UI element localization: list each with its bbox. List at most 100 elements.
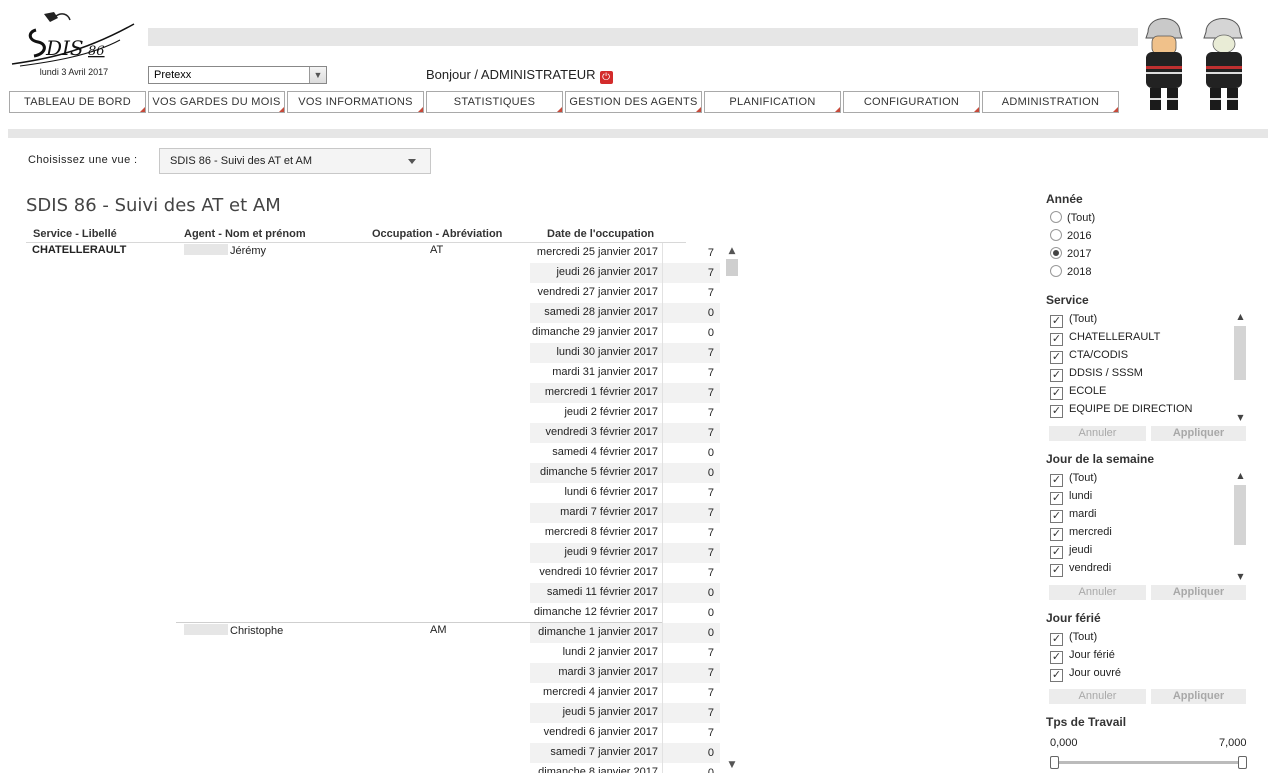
filter-service-option[interactable]: ✓ EQUIPE DE DIRECTION [1050,402,1192,418]
date-cell: mercredi 25 janvier 2017 [536,246,658,258]
slider-max-handle[interactable] [1238,756,1247,769]
column-header-occupation[interactable]: Occupation - Abréviation [372,228,502,240]
value-cell: 0 [662,603,720,623]
filter-jour-semaine-option[interactable]: ✓ vendredi [1050,561,1111,577]
checkbox-checked-icon[interactable]: ✓ [1050,492,1063,505]
date-cell: mercredi 1 février 2017 [530,383,663,403]
header-band [148,28,1138,46]
sdis-logo: DIS 86 [11,12,135,67]
filter-jour-semaine-option[interactable]: ✓ mercredi [1050,525,1112,541]
option-label: vendredi [1069,562,1112,574]
jour-semaine-apply-button[interactable]: Appliquer [1151,585,1246,600]
column-header-agent[interactable]: Agent - Nom et prénom [184,228,306,240]
value-cell: 7 [662,503,720,523]
option-label: CTA/CODIS [1069,349,1129,361]
date-cell: vendredi 27 janvier 2017 [537,286,658,298]
checkbox-checked-icon[interactable]: ✓ [1050,546,1063,559]
date-cell: jeudi 9 février 2017 [530,543,663,563]
filter-service-option[interactable]: ✓ CHATELLERAULT [1050,330,1160,346]
checkbox-checked-icon[interactable]: ✓ [1050,405,1063,418]
date-cell: samedi 4 février 2017 [552,446,658,458]
checkbox-checked-icon[interactable]: ✓ [1050,387,1063,400]
option-label: 2016 [1067,230,1092,242]
checkbox-checked-icon[interactable]: ✓ [1050,528,1063,541]
view-label: Choisissez une vue : [28,154,138,166]
radio-icon[interactable] [1050,265,1062,277]
tab-tableau-de-bord[interactable]: TABLEAU DE BORD [9,91,146,113]
checkbox-checked-icon[interactable]: ✓ [1050,333,1063,346]
service-apply-button[interactable]: Appliquer [1151,426,1246,441]
tab-configuration[interactable]: CONFIGURATION [843,91,980,113]
filter-jour-semaine-option[interactable]: ✓ jeudi [1050,543,1092,559]
site-select[interactable]: Pretexx ▼ [148,66,327,84]
radio-selected-icon[interactable] [1050,247,1062,259]
service-cancel-button[interactable]: Annuler [1049,426,1146,441]
tab-gestion-des-agents[interactable]: GESTION DES AGENTS [565,91,702,113]
scroll-thumb[interactable] [1234,485,1246,545]
checkbox-checked-icon[interactable]: ✓ [1050,564,1063,577]
radio-icon[interactable] [1050,211,1062,223]
checkbox-checked-icon[interactable]: ✓ [1050,510,1063,523]
jour-ferie-cancel-button[interactable]: Annuler [1049,689,1146,704]
tab-vos-gardes-du-mois[interactable]: VOS GARDES DU MOIS [148,91,285,113]
checkbox-checked-icon[interactable]: ✓ [1050,651,1063,664]
column-header-service[interactable]: Service - Libellé [33,228,117,240]
filter-jour-ferie-option[interactable]: ✓ Jour ouvré [1050,666,1121,682]
scroll-thumb[interactable] [726,259,738,276]
scroll-down-icon[interactable]: ▼ [1234,572,1247,581]
scroll-thumb[interactable] [1234,326,1246,380]
value-cell: 0 [662,323,720,343]
checkbox-checked-icon[interactable]: ✓ [1050,369,1063,382]
slider-min-value: 0,000 [1050,737,1078,749]
filter-service-option[interactable]: ✓ CTA/CODIS [1050,348,1128,364]
checkbox-checked-icon[interactable]: ✓ [1050,351,1063,364]
filter-jour-ferie-option[interactable]: ✓ Jour férié [1050,648,1115,664]
tab-statistiques[interactable]: STATISTIQUES [426,91,563,113]
value-cell: 7 [662,563,720,583]
date-cell: jeudi 26 janvier 2017 [530,263,663,283]
agent-cell: Christophe [184,624,283,637]
scroll-up-icon[interactable]: ▲ [1234,312,1247,321]
radio-icon[interactable] [1050,229,1062,241]
filter-annee-option[interactable]: 2016 [1050,229,1091,245]
option-label: EQUIPE DE DIRECTION [1069,403,1193,415]
jour-semaine-cancel-button[interactable]: Annuler [1049,585,1146,600]
filter-service-option[interactable]: ✓ ECOLE [1050,384,1106,400]
filter-service-option[interactable]: ✓ DDSIS / SSSM [1050,366,1143,382]
scroll-up-icon[interactable]: ▲ [725,245,739,257]
date-cell: dimanche 5 février 2017 [530,463,663,483]
checkbox-checked-icon[interactable]: ✓ [1050,474,1063,487]
service-list-scrollbar[interactable]: ▲ ▼ [1234,312,1247,422]
slider-min-handle[interactable] [1050,756,1059,769]
view-select[interactable]: SDIS 86 - Suivi des AT et AM [159,148,431,174]
jour-ferie-apply-button[interactable]: Appliquer [1151,689,1246,704]
checkbox-checked-icon[interactable]: ✓ [1050,669,1063,682]
tab-planification[interactable]: PLANIFICATION [704,91,841,113]
tab-vos-informations[interactable]: VOS INFORMATIONS [287,91,424,113]
table-scrollbar[interactable]: ▲ ▼ [725,245,739,773]
tab-label: STATISTIQUES [453,96,536,108]
filter-annee-option[interactable]: (Tout) [1050,211,1095,227]
agent-first-name: Jérémy [230,245,267,257]
filter-jour-ferie-option[interactable]: ✓ (Tout) [1050,630,1097,646]
greeting-text: Bonjour / ADMINISTRATEUR [426,67,596,82]
jour-semaine-list-scrollbar[interactable]: ▲ ▼ [1234,471,1247,581]
filter-jour-semaine-option[interactable]: ✓ mardi [1050,507,1097,523]
filter-service-option[interactable]: ✓ (Tout) [1050,312,1097,328]
filter-annee-option[interactable]: 2018 [1050,265,1091,281]
filter-jour-semaine-title: Jour de la semaine [1046,452,1155,466]
checkbox-checked-icon[interactable]: ✓ [1050,633,1063,646]
checkbox-checked-icon[interactable]: ✓ [1050,315,1063,328]
tab-administration[interactable]: ADMINISTRATION [982,91,1119,113]
filter-jour-semaine-option[interactable]: ✓ (Tout) [1050,471,1097,487]
chevron-down-icon[interactable]: ▼ [309,67,326,83]
filter-jour-semaine-option[interactable]: ✓ lundi [1050,489,1092,505]
crosstab-table: CHATELLERAULT Jérémy AT mercredi 25 janvie… [26,243,726,773]
scroll-down-icon[interactable]: ▼ [1234,413,1247,422]
range-slider-track[interactable] [1054,761,1244,764]
scroll-down-icon[interactable]: ▼ [725,759,739,771]
column-header-date[interactable]: Date de l'occupation [547,228,654,240]
scroll-up-icon[interactable]: ▲ [1234,471,1247,480]
filter-annee-option[interactable]: 2017 [1050,247,1091,263]
logout-power-icon[interactable]: ⏻ [599,71,613,84]
